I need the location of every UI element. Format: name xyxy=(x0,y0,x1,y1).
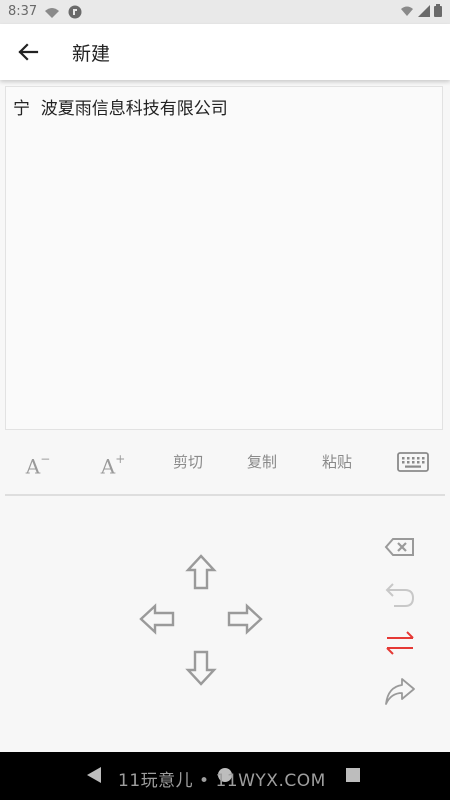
font-increase-button[interactable]: A+ xyxy=(93,440,133,484)
arrow-left-icon xyxy=(139,603,175,635)
font-decrease-label: A xyxy=(25,454,41,479)
cursor-up-button[interactable] xyxy=(181,553,221,593)
cursor-right-button[interactable] xyxy=(224,599,264,639)
nav-back-icon[interactable] xyxy=(86,766,102,784)
font-increase-sup: + xyxy=(115,452,126,466)
system-nav-bar: 11玩意儿 • 11WYX.COM xyxy=(0,752,450,800)
copy-button[interactable]: 复制 xyxy=(238,440,286,484)
cursor-down-button[interactable] xyxy=(181,647,221,687)
edit-toolbar: A− A+ 剪切 复制 粘贴 xyxy=(0,440,450,484)
text-editor[interactable]: 宁 波夏雨信息科技有限公司 xyxy=(5,86,443,430)
arrow-right-icon xyxy=(227,603,263,635)
nav-recents-icon[interactable] xyxy=(346,768,360,782)
backspace-icon xyxy=(384,538,414,556)
page-title: 新建 xyxy=(72,43,111,65)
divider xyxy=(5,494,445,496)
arrow-down-icon xyxy=(185,650,217,686)
status-bar: 8:37 xyxy=(0,0,450,24)
cursor-pad xyxy=(0,497,450,752)
cut-button[interactable]: 剪切 xyxy=(164,440,212,484)
status-time: 8:37 xyxy=(8,4,38,19)
undo-button[interactable] xyxy=(382,577,418,613)
battery-icon xyxy=(434,4,442,17)
status-left-icons xyxy=(44,5,82,23)
switch-button[interactable] xyxy=(382,625,418,661)
undo-icon xyxy=(385,583,415,607)
font-decrease-sup: − xyxy=(40,452,51,466)
keyboard-button[interactable] xyxy=(394,440,432,484)
status-right-icons xyxy=(400,4,442,21)
arrow-up-icon xyxy=(185,554,217,590)
wifi-icon xyxy=(45,8,59,18)
watermark-text: 11玩意儿 • 11WYX.COM xyxy=(118,771,326,791)
back-button[interactable] xyxy=(12,36,44,68)
arrow-left-icon xyxy=(18,43,39,61)
cursor-left-button[interactable] xyxy=(138,599,178,639)
font-decrease-button[interactable]: A− xyxy=(18,440,58,484)
app-notification-icon xyxy=(68,5,82,19)
paste-button[interactable]: 粘贴 xyxy=(313,440,361,484)
wifi-signal-icon xyxy=(400,6,413,16)
keyboard-icon xyxy=(397,452,429,472)
backspace-button[interactable] xyxy=(382,529,418,565)
redo-icon xyxy=(385,678,415,705)
editor-content[interactable]: 宁 波夏雨信息科技有限公司 xyxy=(13,94,228,119)
font-increase-label: A xyxy=(100,454,116,479)
app-bar: 新建 xyxy=(0,24,450,80)
cell-signal-icon xyxy=(417,5,430,17)
redo-button[interactable] xyxy=(382,673,418,709)
switch-icon xyxy=(386,631,414,655)
